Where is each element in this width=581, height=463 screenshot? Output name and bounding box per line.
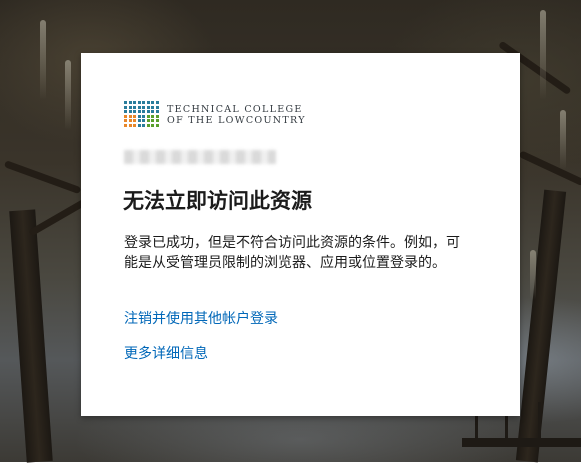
logo-grid-cell: [155, 114, 159, 118]
dock: [462, 438, 581, 447]
logo-grid-cell: [128, 110, 132, 113]
logo-grid-cell: [124, 114, 127, 118]
account-name-redacted: [124, 150, 276, 164]
logo-grid-cell: [133, 101, 136, 104]
logo-line-2: OF THE LOWCOUNTRY: [167, 114, 306, 126]
logo-grid-cell: [128, 105, 132, 109]
hanging-moss: [65, 60, 71, 130]
logo-grid-cell: [133, 119, 136, 122]
logo-grid-cell: [124, 119, 127, 122]
sign-in-dialog: TECHNICAL COLLEGE OF THE LOWCOUNTRY 无法立即…: [81, 53, 520, 416]
dock-post: [475, 415, 478, 445]
logo-grid-cell: [124, 105, 127, 109]
logo-grid-cell: [133, 105, 136, 109]
logo-grid-cell: [124, 123, 127, 127]
logo-grid-cell: [128, 101, 132, 104]
hanging-moss: [540, 10, 546, 100]
logo-grid-cell: [151, 123, 154, 127]
logo-grid-cell: [124, 101, 127, 104]
logo-grid-cell: [137, 101, 141, 104]
hanging-moss: [40, 20, 46, 100]
logo-grid-cell: [137, 123, 141, 127]
tree-branch: [518, 150, 581, 187]
logo-grid-cell: [151, 110, 154, 113]
logo-grid-cell: [133, 114, 136, 118]
logo-grid-cell: [128, 114, 132, 118]
logo-grid-cell: [124, 110, 127, 113]
logo-grid-cell: [151, 119, 154, 122]
logo-grid-cell: [155, 110, 159, 113]
logo-grid-cell: [155, 119, 159, 122]
logo-grid-cell: [146, 123, 150, 127]
logo-grid-cell: [128, 119, 132, 122]
logo-grid-cell: [137, 105, 141, 109]
organization-logo: TECHNICAL COLLEGE OF THE LOWCOUNTRY: [124, 101, 306, 128]
logo-grid-cell: [142, 119, 145, 122]
more-details-link[interactable]: 更多详细信息: [124, 343, 208, 363]
logo-grid-cell: [128, 123, 132, 127]
logo-grid-cell: [133, 110, 136, 113]
logo-grid-cell: [137, 110, 141, 113]
hanging-moss: [530, 250, 536, 300]
logo-grid-cell: [142, 105, 145, 109]
logo-grid-cell: [146, 119, 150, 122]
dialog-title: 无法立即访问此资源: [123, 189, 312, 213]
logo-grid-cell: [151, 114, 154, 118]
logo-grid-cell: [146, 114, 150, 118]
logo-line-1: TECHNICAL COLLEGE: [167, 103, 303, 115]
logo-grid-cell: [155, 105, 159, 109]
tree-branch: [3, 160, 82, 195]
logo-grid-cell: [133, 123, 136, 127]
sign-out-link[interactable]: 注销并使用其他帐户登录: [124, 308, 278, 328]
logo-grid-cell: [142, 101, 145, 104]
logo-grid-cell: [151, 105, 154, 109]
logo-grid-cell: [142, 110, 145, 113]
logo-grid-cell: [146, 110, 150, 113]
logo-grid-cell: [155, 123, 159, 127]
logo-grid-cell: [151, 101, 154, 104]
tree-trunk-right: [515, 189, 567, 463]
logo-grid-cell: [146, 101, 150, 104]
logo-grid-cell: [142, 123, 145, 127]
logo-grid-icon: [124, 101, 160, 128]
logo-grid-cell: [137, 119, 141, 122]
logo-grid-cell: [146, 105, 150, 109]
dock-post: [538, 402, 541, 444]
logo-text: TECHNICAL COLLEGE OF THE LOWCOUNTRY: [167, 104, 306, 126]
hanging-moss: [560, 110, 566, 170]
logo-grid-cell: [137, 114, 141, 118]
logo-grid-cell: [142, 114, 145, 118]
logo-grid-cell: [155, 101, 159, 104]
tree-trunk-left: [9, 209, 53, 463]
dialog-message: 登录已成功，但是不符合访问此资源的条件。例如，可能是从受管理员限制的浏览器、应用…: [124, 235, 460, 271]
